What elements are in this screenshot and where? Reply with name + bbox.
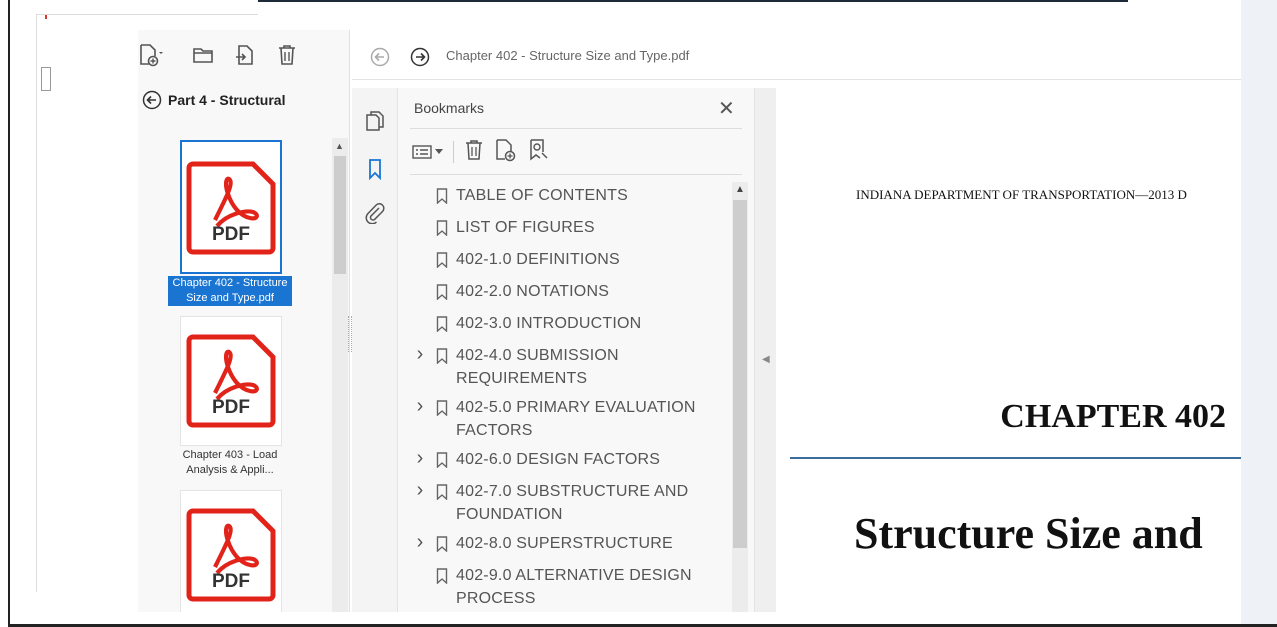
folder-icon[interactable] xyxy=(190,42,216,68)
expand-chevron-icon[interactable]: › xyxy=(410,480,430,501)
page-thumbnails-icon[interactable] xyxy=(364,110,386,132)
expand-chevron-icon[interactable]: › xyxy=(410,344,430,365)
collapse-arrow-icon[interactable]: ◀ xyxy=(762,354,770,365)
pane-splitter[interactable]: ◀ xyxy=(754,88,776,612)
file-thumbnail[interactable]: PDF xyxy=(180,490,282,612)
bookmark-label: 402-5.0 PRIMARY EVALUATION FACTORS xyxy=(456,399,696,439)
bookmark-item[interactable]: › 402-5.0 PRIMARY EVALUATION FACTORS xyxy=(410,396,730,442)
bookmark-icon xyxy=(430,344,454,364)
delete-bookmark-icon[interactable] xyxy=(464,139,484,166)
close-icon[interactable]: ✕ xyxy=(718,96,735,121)
bookmark-icon xyxy=(430,280,454,300)
pdf-label: PDF xyxy=(212,224,250,245)
scroll-up-arrow-icon[interactable]: ▲ xyxy=(335,141,344,151)
expand-chevron-icon[interactable]: › xyxy=(410,396,430,417)
bookmark-label: 402-7.0 SUBSTRUCTURE AND FOUNDATION xyxy=(456,483,689,523)
bookmarks-scrollbar[interactable]: ▲ xyxy=(732,182,748,612)
bookmark-item[interactable]: LIST OF FIGURES xyxy=(410,216,730,239)
side-icon-rail xyxy=(352,88,398,612)
bookmark-icon xyxy=(430,312,454,332)
bookmark-label: 402-4.0 SUBMISSION REQUIREMENTS xyxy=(456,347,619,387)
folder-back-row[interactable]: Part 4 - Structural xyxy=(142,90,285,110)
file-list-scrollbar[interactable]: ▲ xyxy=(332,138,348,612)
bookmark-label: 402-2.0 NOTATIONS xyxy=(456,283,610,300)
document-title: Chapter 402 - Structure Size and Type.pd… xyxy=(446,48,690,63)
bookmark-item[interactable]: TABLE OF CONTENTS xyxy=(410,184,730,207)
divider xyxy=(410,174,742,175)
file-thumbnail[interactable]: PDF xyxy=(180,140,282,274)
forward-arrow-icon[interactable] xyxy=(410,47,430,67)
pdf-label: PDF xyxy=(212,571,250,592)
document-running-header: INDIANA DEPARTMENT OF TRANSPORTATION—201… xyxy=(856,187,1187,202)
file-name-label[interactable]: Chapter 403 - Load Analysis & Appli... xyxy=(168,448,292,478)
scrollbar-thumb[interactable] xyxy=(334,156,346,274)
chapter-heading: CHAPTER 402 xyxy=(1000,398,1226,435)
scrollbar-thumb[interactable] xyxy=(733,200,747,548)
document-view: INDIANA DEPARTMENT OF TRANSPORTATION—201… xyxy=(776,88,1241,612)
find-bookmark-icon[interactable] xyxy=(528,138,552,167)
new-bookmark-icon[interactable] xyxy=(494,138,518,167)
bookmark-item[interactable]: › 402-7.0 SUBSTRUCTURE AND FOUNDATION xyxy=(410,480,730,526)
bookmark-icon xyxy=(430,564,454,584)
pdf-file-icon: PDF xyxy=(185,160,277,261)
bookmark-item[interactable]: 402-2.0 NOTATIONS xyxy=(410,280,730,303)
pdf-file-icon: PDF xyxy=(185,507,277,608)
attachment-icon[interactable] xyxy=(364,202,386,224)
toolbar-separator xyxy=(453,141,454,163)
bookmarks-pane: Bookmarks ✕ TABLE OF CONTENTS LIST OF FIG… xyxy=(398,88,754,612)
window-top-border xyxy=(258,0,1128,2)
scroll-up-arrow-icon[interactable]: ▲ xyxy=(735,184,745,195)
background-panel xyxy=(1241,0,1277,627)
pdf-file-icon: PDF xyxy=(185,333,277,434)
bookmarks-toolbar xyxy=(412,138,552,166)
heading-rule xyxy=(790,457,1241,459)
bookmark-label: 402-8.0 SUPERSTRUCTURE xyxy=(456,535,673,552)
pdf-label: PDF xyxy=(212,397,250,418)
bookmark-icon xyxy=(430,448,454,468)
bookmark-icon xyxy=(430,216,454,236)
file-name-label[interactable]: Chapter 402 - Structure Size and Type.pd… xyxy=(168,276,292,306)
bookmark-label: 402-9.0 ALTERNATIVE DESIGN PROCESS xyxy=(456,567,692,607)
bookmark-item[interactable]: 402-3.0 INTRODUCTION xyxy=(410,312,730,335)
bookmark-icon xyxy=(430,248,454,268)
bookmark-label: LIST OF FIGURES xyxy=(456,219,595,236)
window-left-border xyxy=(8,0,10,627)
bookmark-item[interactable]: 402-1.0 DEFINITIONS xyxy=(410,248,730,271)
bookmark-icon xyxy=(430,532,454,552)
bookmark-label: TABLE OF CONTENTS xyxy=(456,187,629,204)
back-arrow-icon[interactable] xyxy=(370,47,390,67)
bookmark-label: 402-3.0 INTRODUCTION xyxy=(456,315,642,332)
expand-chevron-icon[interactable]: › xyxy=(410,532,430,553)
bookmark-item[interactable]: 402-9.0 ALTERNATIVE DESIGN PROCESS xyxy=(410,564,730,610)
back-arrow-icon[interactable] xyxy=(142,90,162,110)
bookmark-label: 402-6.0 DESIGN FACTORS xyxy=(456,451,661,468)
bookmark-label: 402-1.0 DEFINITIONS xyxy=(456,251,620,268)
options-menu-icon[interactable] xyxy=(412,144,443,160)
bookmark-icon xyxy=(430,480,454,500)
expand-chevron-icon[interactable]: › xyxy=(410,448,430,469)
divider xyxy=(410,128,742,129)
new-file-icon[interactable] xyxy=(138,42,164,68)
export-icon[interactable] xyxy=(232,42,258,68)
bookmarks-title: Bookmarks xyxy=(414,100,485,116)
bookmark-item[interactable]: › 402-6.0 DESIGN FACTORS xyxy=(410,448,730,471)
trash-icon[interactable] xyxy=(274,42,300,68)
folder-name: Part 4 - Structural xyxy=(168,92,286,108)
bookmark-item[interactable]: › 402-4.0 SUBMISSION REQUIREMENTS xyxy=(410,344,730,390)
document-nav-bar: Chapter 402 - Structure Size and Type.pd… xyxy=(352,30,1241,80)
bookmark-item[interactable]: › 402-8.0 SUPERSTRUCTURE xyxy=(410,532,730,555)
bookmark-icon xyxy=(430,396,454,416)
bookmark-icon xyxy=(430,184,454,204)
file-thumbnail[interactable]: PDF xyxy=(180,316,282,446)
file-toolbar xyxy=(138,30,350,80)
chapter-title: Structure Size and xyxy=(854,509,1203,558)
bookmark-panel-icon[interactable] xyxy=(364,158,386,180)
file-browser-panel: Part 4 - Structural PDF Chapter 402 - St… xyxy=(138,30,352,612)
